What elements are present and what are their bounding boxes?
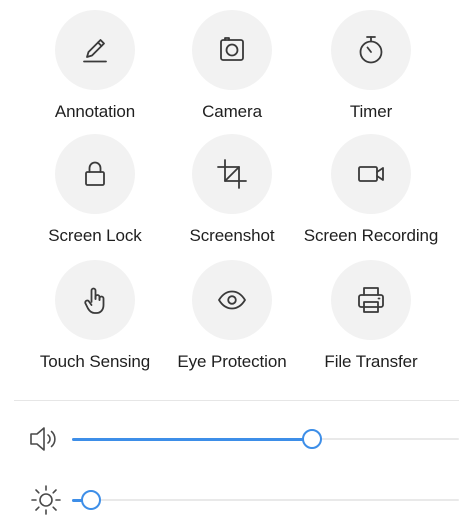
timer-tile[interactable]: Timer bbox=[296, 10, 446, 122]
file-transfer-tile[interactable]: File Transfer bbox=[296, 260, 446, 372]
eye-protection-button[interactable] bbox=[192, 260, 272, 340]
sun-icon bbox=[28, 482, 64, 518]
eye-icon bbox=[218, 290, 246, 310]
screen-recording-button[interactable] bbox=[331, 134, 411, 214]
screen-recording-tile[interactable]: Screen Recording bbox=[296, 134, 446, 246]
quick-settings-panel: Annotation Camera Timer Screen Lock Scre… bbox=[0, 0, 459, 525]
camera-icon bbox=[220, 37, 244, 61]
annotation-tile[interactable]: Annotation bbox=[20, 10, 170, 122]
file-transfer-button[interactable] bbox=[331, 260, 411, 340]
volume-slider[interactable] bbox=[72, 429, 459, 449]
video-camera-icon bbox=[358, 166, 384, 182]
stopwatch-icon bbox=[359, 36, 383, 64]
printer-icon bbox=[358, 287, 384, 313]
brightness-slider-thumb[interactable] bbox=[81, 490, 102, 510]
touch-sensing-button[interactable] bbox=[55, 260, 135, 340]
screenshot-label: Screenshot bbox=[189, 226, 275, 245]
screen-lock-button[interactable] bbox=[55, 134, 135, 214]
timer-button[interactable] bbox=[331, 10, 411, 90]
screen-recording-label: Screen Recording bbox=[303, 226, 439, 245]
screenshot-tile[interactable]: Screenshot bbox=[157, 134, 307, 246]
screenshot-button[interactable] bbox=[192, 134, 272, 214]
timer-label: Timer bbox=[349, 102, 393, 121]
touch-hand-icon bbox=[84, 287, 105, 314]
lock-icon bbox=[85, 161, 105, 186]
crop-icon bbox=[217, 159, 247, 189]
pencil-icon bbox=[83, 39, 107, 63]
touch-sensing-tile[interactable]: Touch Sensing bbox=[20, 260, 170, 372]
eye-protection-tile[interactable]: Eye Protection bbox=[157, 260, 307, 372]
camera-tile[interactable]: Camera bbox=[157, 10, 307, 122]
camera-label: Camera bbox=[202, 102, 262, 121]
camera-button[interactable] bbox=[192, 10, 272, 90]
volume-slider-thumb[interactable] bbox=[301, 429, 322, 449]
touch-sensing-label: Touch Sensing bbox=[39, 352, 151, 371]
eye-protection-label: Eye Protection bbox=[177, 352, 287, 371]
brightness-slider[interactable] bbox=[72, 490, 459, 510]
annotation-label: Annotation bbox=[54, 102, 136, 121]
file-transfer-label: File Transfer bbox=[324, 352, 418, 371]
annotation-button[interactable] bbox=[55, 10, 135, 90]
volume-slider-row bbox=[28, 419, 459, 459]
screen-lock-tile[interactable]: Screen Lock bbox=[20, 134, 170, 246]
speaker-icon bbox=[28, 421, 64, 457]
section-divider bbox=[14, 400, 459, 401]
brightness-slider-row bbox=[28, 480, 459, 520]
screen-lock-label: Screen Lock bbox=[48, 226, 142, 245]
volume-slider-fill bbox=[72, 437, 312, 441]
